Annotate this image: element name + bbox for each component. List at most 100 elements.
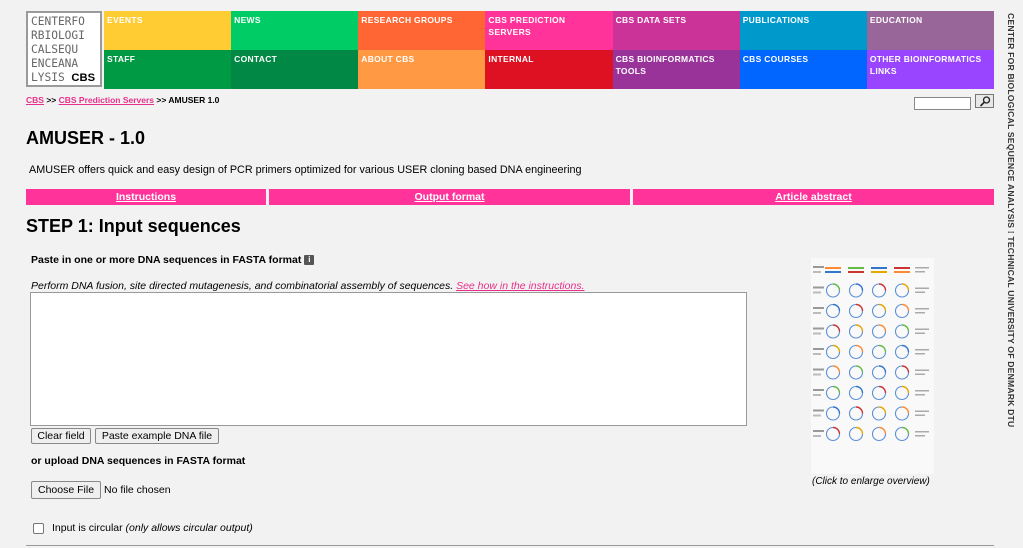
overview-bar bbox=[825, 271, 841, 273]
overview-plasmid-segment bbox=[855, 283, 864, 291]
circular-label: Input is circular (only allows circular … bbox=[52, 522, 253, 534]
overview-label bbox=[813, 373, 821, 376]
overview-bar bbox=[825, 267, 841, 269]
tab-output-format-link[interactable]: Output format bbox=[415, 191, 485, 203]
cbs-logo[interactable]: CENTERFO RBIOLOGI CALSEQU ENCEANA LYSIS … bbox=[26, 11, 102, 87]
overview-label bbox=[813, 435, 821, 437]
overview-plasmid-segment bbox=[832, 406, 841, 414]
overview-plasmid-segment bbox=[832, 426, 841, 435]
upload-label: or upload DNA sequences in FASTA format bbox=[31, 455, 246, 467]
overview-plasmid-segment bbox=[878, 406, 887, 414]
breadcrumb-separator: >> bbox=[154, 95, 169, 105]
tab-article-abstract[interactable]: Article abstract bbox=[633, 189, 994, 205]
overview-legend bbox=[915, 328, 929, 330]
magnifier-icon bbox=[979, 95, 990, 107]
nav-item-news[interactable]: NEWS bbox=[231, 11, 359, 50]
overview-plasmid-segment bbox=[878, 283, 887, 291]
nav-item-education[interactable]: EDUCATION bbox=[866, 11, 994, 50]
nav-item-cbs-bioinformatics-tools[interactable]: CBS BIOINFORMATICS TOOLS bbox=[612, 50, 740, 89]
overview-plasmid-segment bbox=[901, 406, 910, 414]
overview-plasmid-segment bbox=[855, 426, 864, 435]
site-search-button[interactable] bbox=[975, 94, 994, 108]
overview-legend bbox=[915, 410, 929, 412]
overview-label bbox=[813, 348, 824, 350]
nav-item-about-cbs[interactable]: ABOUT CBS bbox=[358, 50, 486, 89]
nav-item-events[interactable]: EVENTS bbox=[104, 11, 232, 50]
nav-item-research-groups[interactable]: RESEARCH GROUPS bbox=[358, 11, 486, 50]
circular-checkbox[interactable] bbox=[33, 522, 44, 534]
overview-legend bbox=[915, 271, 925, 273]
overview-bar bbox=[894, 267, 910, 269]
overview-label bbox=[813, 430, 824, 432]
nav-item-internal[interactable]: INTERNAL bbox=[485, 50, 613, 89]
file-status: No file chosen bbox=[104, 484, 171, 496]
overview-thumbnail[interactable] bbox=[811, 258, 934, 474]
overview-caption: (Click to enlarge overview) bbox=[812, 476, 930, 487]
paste-label-text: Paste in one or more DNA sequences in FA… bbox=[31, 254, 302, 266]
logo-cbs: CBS bbox=[71, 72, 96, 84]
overview-plasmid-segment bbox=[878, 365, 887, 373]
tab-instructions[interactable]: Instructions bbox=[26, 189, 266, 205]
tab-instructions-link[interactable]: Instructions bbox=[116, 191, 176, 203]
circular-note: (only allows circular output) bbox=[125, 522, 253, 534]
overview-legend bbox=[915, 267, 929, 269]
overview-plasmid-segment bbox=[855, 385, 864, 394]
circular-option: Input is circular (only allows circular … bbox=[33, 522, 253, 534]
overview-plasmid-segment bbox=[855, 324, 864, 332]
sequence-textarea[interactable] bbox=[30, 292, 747, 426]
overview-plasmid-segment bbox=[832, 365, 841, 373]
overview-plasmid-segment bbox=[855, 365, 864, 373]
instructions-link[interactable]: See how in the instructions. bbox=[456, 280, 584, 292]
step1-heading: STEP 1: Input sequences bbox=[26, 216, 241, 236]
overview-legend bbox=[915, 349, 929, 351]
overview-legend bbox=[915, 369, 929, 371]
overview-legend bbox=[915, 414, 925, 416]
tab-article-abstract-link[interactable]: Article abstract bbox=[775, 191, 851, 203]
breadcrumb-servers-link[interactable]: CBS Prediction Servers bbox=[59, 95, 154, 105]
overview-plasmid-segment bbox=[901, 365, 910, 373]
overview-plasmid-segment bbox=[901, 303, 910, 312]
nav-item-contact[interactable]: CONTACT bbox=[231, 50, 359, 89]
breadcrumb: CBS >> CBS Prediction Servers >> AMUSER … bbox=[26, 95, 219, 105]
choose-file-button[interactable]: Choose File bbox=[31, 481, 102, 499]
nav-item-cbs-courses[interactable]: CBS COURSES bbox=[739, 50, 867, 89]
overview-label bbox=[813, 327, 824, 330]
tab-output-format[interactable]: Output format bbox=[269, 189, 630, 205]
overview-label bbox=[813, 266, 824, 268]
overview-plasmid-segment bbox=[855, 303, 864, 312]
overview-legend bbox=[915, 332, 925, 334]
overview-bar bbox=[871, 267, 887, 269]
paste-example-button[interactable]: Paste example DNA file bbox=[95, 428, 219, 444]
overview-plasmid-segment bbox=[878, 385, 887, 394]
nav-item-staff[interactable]: STAFF bbox=[104, 50, 232, 89]
site-search-input[interactable] bbox=[914, 97, 971, 110]
overview-legend bbox=[915, 394, 925, 396]
overview-figure bbox=[813, 266, 929, 442]
nav-item-publications[interactable]: PUBLICATIONS bbox=[739, 11, 867, 50]
logo-line: CENTERFO bbox=[31, 15, 85, 28]
overview-legend bbox=[915, 312, 925, 314]
overview-legend bbox=[915, 353, 925, 355]
logo-line: ENCEANA bbox=[31, 57, 79, 70]
info-icon[interactable]: i bbox=[304, 255, 315, 265]
overview-plasmid-segment bbox=[878, 344, 887, 353]
overview-bar bbox=[894, 271, 910, 273]
breadcrumb-cbs-link[interactable]: CBS bbox=[26, 95, 44, 105]
nav-item-other-bioinformatics-links[interactable]: OTHER BIOINFORMATICS LINKS bbox=[866, 50, 994, 89]
page-title: AMUSER - 1.0 bbox=[26, 128, 146, 148]
overview-label bbox=[813, 353, 821, 355]
clear-field-button[interactable]: Clear field bbox=[31, 428, 91, 444]
overview-legend bbox=[915, 431, 929, 433]
breadcrumb-separator: >> bbox=[43, 95, 59, 105]
nav-item-cbs-data-sets[interactable]: CBS DATA SETS bbox=[612, 11, 740, 50]
overview-legend bbox=[915, 291, 925, 293]
overview-plasmid-segment bbox=[855, 344, 864, 353]
overview-plasmid-segment bbox=[901, 283, 910, 291]
overview-legend bbox=[915, 373, 925, 375]
overview-plasmid-segment bbox=[832, 283, 841, 291]
overview-legend bbox=[915, 287, 929, 289]
overview-label bbox=[813, 332, 821, 335]
breadcrumb-current: AMUSER 1.0 bbox=[168, 95, 220, 105]
paste-label: Paste in one or more DNA sequences in FA… bbox=[31, 254, 315, 266]
nav-item-cbs-prediction-servers[interactable]: CBS PREDICTION SERVERS bbox=[485, 11, 613, 50]
